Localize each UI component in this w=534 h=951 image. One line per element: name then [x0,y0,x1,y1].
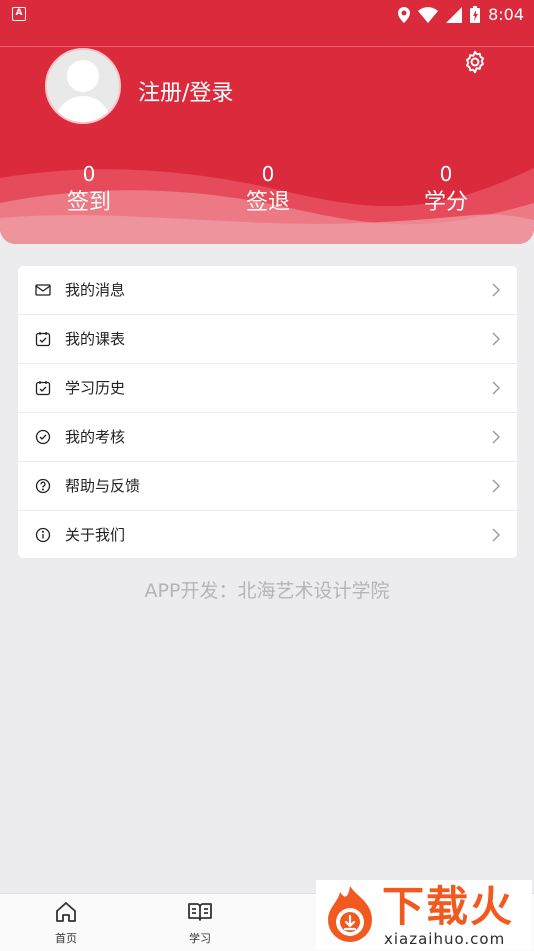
chevron-right-icon [492,528,500,542]
tab-study-label: 学习 [189,932,211,945]
stat-sign-out[interactable]: 0 签退 [208,164,328,217]
menu-item-label: 我的课表 [65,330,126,348]
stat-sign-in-value: 0 [82,162,96,186]
status-bar: A 8:04 [0,0,534,28]
stat-credits[interactable]: 0 学分 [386,164,506,217]
menu-card: 我的消息 我的课表 学习历史 我的考核 帮助与反馈 关于我们 [18,266,517,558]
tab-study[interactable]: 学习 [165,900,235,946]
stat-credits-value: 0 [439,162,453,186]
signal-icon [446,6,463,23]
chevron-right-icon [492,479,500,493]
menu-item-label: 关于我们 [65,526,126,544]
menu-item-schedule[interactable]: 我的课表 [18,315,517,364]
menu-item-label: 我的考核 [65,428,126,446]
header-divider [0,46,534,47]
menu-item-history[interactable]: 学习历史 [18,364,517,413]
stat-credits-label: 学分 [423,190,468,215]
chevron-right-icon [492,430,500,444]
login-register-link[interactable]: 注册/登录 [138,75,233,107]
stat-sign-out-value: 0 [261,162,275,186]
profile-header: 注册/登录 0 签到 0 签退 0 学分 [0,28,534,244]
check-circle-icon [35,429,51,445]
watermark-title: 下载火 [382,882,515,931]
menu-item-help-feedback[interactable]: 帮助与反馈 [18,462,517,511]
chevron-right-icon [492,283,500,297]
menu-item-label: 帮助与反馈 [65,477,141,495]
help-circle-icon [35,478,51,494]
stat-sign-out-label: 签退 [245,190,290,215]
location-icon [398,6,411,23]
watermark: 下载火 xiazaihuo.com [316,880,532,950]
wifi-icon [418,6,439,23]
chevron-right-icon [492,381,500,395]
avatar-body [55,96,111,122]
chevron-right-icon [492,332,500,346]
avatar[interactable] [45,48,121,124]
tab-home-label: 首页 [55,932,77,945]
menu-item-assessment[interactable]: 我的考核 [18,413,517,462]
battery-icon [470,6,481,23]
watermark-url: xiazaihuo.com [384,930,506,948]
flame-logo-icon [328,886,372,942]
menu-item-messages[interactable]: 我的消息 [18,266,517,315]
developer-credit: APP开发：北海艺术设计学院 [144,580,390,602]
menu-item-label: 学习历史 [65,379,126,397]
notification-icon: A [12,7,26,21]
stat-sign-in[interactable]: 0 签到 [29,164,149,217]
settings-gear-icon[interactable] [462,49,488,75]
calendar-icon [35,332,51,347]
history-icon [35,381,51,396]
avatar-head [67,60,99,92]
info-circle-icon [35,527,51,543]
mail-icon [35,284,51,296]
stat-sign-in-label: 签到 [66,190,111,215]
home-icon [56,902,76,922]
menu-item-about-us[interactable]: 关于我们 [18,511,517,559]
book-icon [188,903,212,921]
tab-home[interactable]: 首页 [31,900,101,946]
status-time: 8:04 [488,5,524,24]
menu-item-label: 我的消息 [65,281,126,299]
